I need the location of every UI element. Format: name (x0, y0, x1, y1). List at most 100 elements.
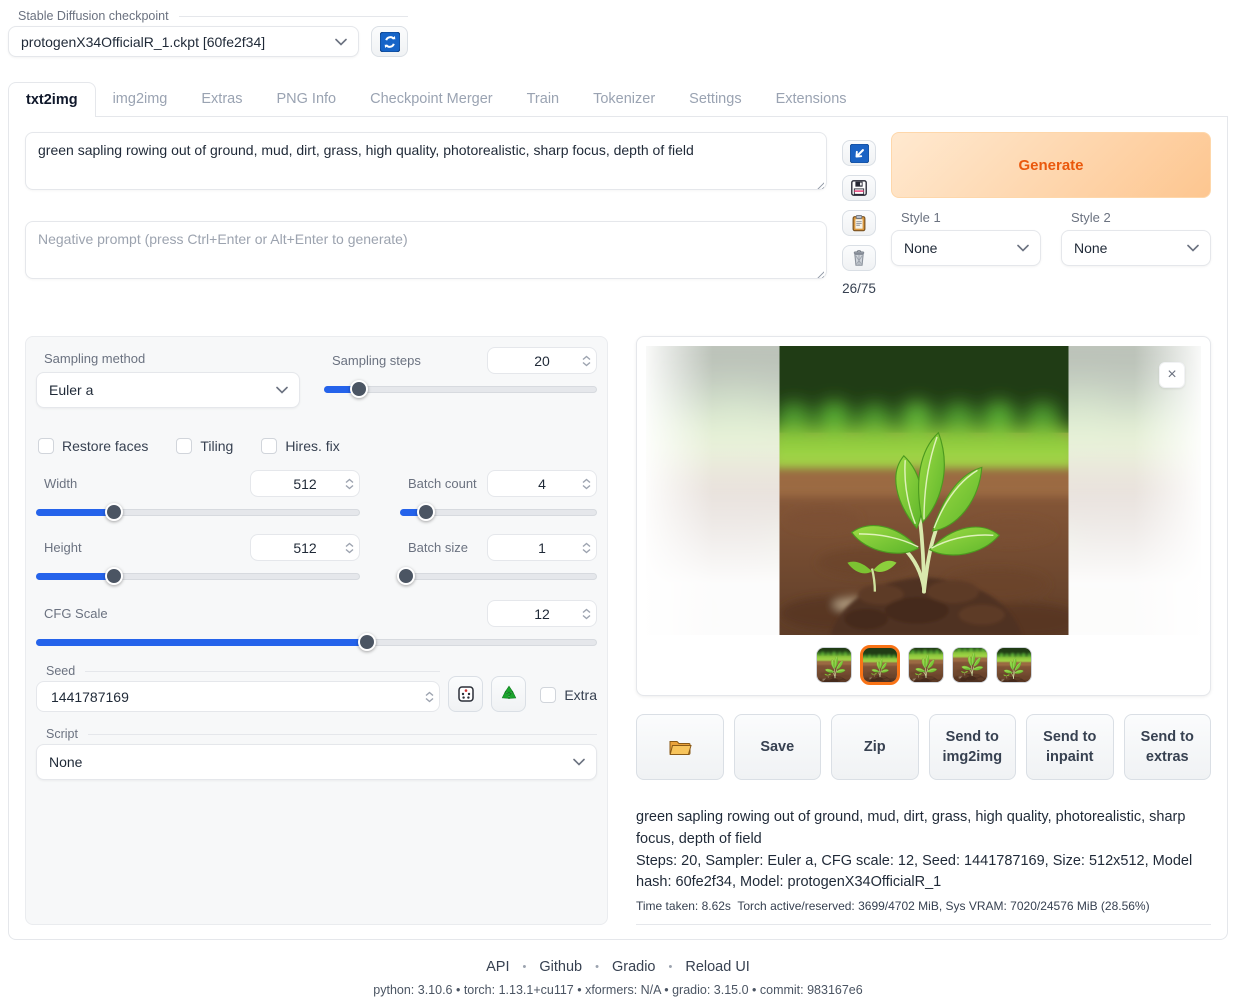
stepper-arrows[interactable] (582, 542, 591, 553)
chevron-down-icon (425, 697, 434, 702)
slider-thumb[interactable] (417, 503, 435, 521)
random-seed-button[interactable] (448, 676, 483, 712)
refresh-icon (380, 32, 400, 52)
generated-image[interactable] (779, 346, 1068, 635)
send-to-extras-button[interactable]: Send to extras (1124, 714, 1212, 780)
tab-extras[interactable]: Extras (184, 82, 259, 116)
generate-button[interactable]: Generate (891, 132, 1211, 198)
apply-styles-button[interactable] (842, 210, 876, 236)
batch-size-slider[interactable] (400, 567, 597, 585)
paste-generation-params-button[interactable] (842, 140, 876, 166)
batch-size-label: Batch size (400, 540, 487, 555)
height-slider[interactable] (36, 567, 360, 585)
negative-prompt-input[interactable] (25, 221, 827, 279)
reload-ui-link[interactable]: Reload UI (685, 959, 749, 975)
width-group: Width (36, 470, 360, 521)
close-gallery-button[interactable]: × (1159, 362, 1185, 388)
prompt-input[interactable]: green sapling rowing out of ground, mud,… (25, 132, 827, 190)
stepper-arrows[interactable] (425, 691, 434, 702)
slider-thumb[interactable] (350, 380, 368, 398)
gradio-link[interactable]: Gradio (612, 959, 656, 975)
legend-line (88, 734, 597, 735)
negative-prompt-wrapper (25, 221, 827, 282)
clipboard-icon (850, 214, 868, 232)
slider-thumb[interactable] (397, 567, 415, 585)
image-preview: × (646, 346, 1201, 635)
height-value[interactable] (275, 539, 335, 557)
checkpoint-dropdown[interactable]: protogenX34OfficialR_1.ckpt [60fe2f34] (8, 26, 359, 57)
tab-train[interactable]: Train (510, 82, 577, 116)
reuse-seed-button[interactable] (491, 676, 526, 712)
hires-fix-checkbox[interactable] (261, 438, 277, 454)
chevron-up-icon (582, 542, 591, 547)
api-link[interactable]: API (486, 959, 509, 975)
tab-checkpoint-merger[interactable]: Checkpoint Merger (353, 82, 510, 116)
width-slider[interactable] (36, 503, 360, 521)
extra-seed-row: Extra (540, 687, 597, 703)
batch-count-input[interactable] (487, 470, 597, 497)
tab-extensions[interactable]: Extensions (759, 82, 864, 116)
open-output-folder-button[interactable] (636, 714, 724, 780)
stepper-arrows[interactable] (345, 542, 354, 553)
slider-thumb[interactable] (358, 633, 376, 651)
restore-faces-checkbox[interactable] (38, 438, 54, 454)
stepper-arrows[interactable] (582, 608, 591, 619)
tab-txt2img[interactable]: txt2img (8, 82, 96, 117)
gallery-thumbnail-3[interactable] (908, 647, 944, 683)
chevron-down-icon (1017, 244, 1029, 252)
sampling-steps-slider[interactable] (324, 380, 597, 398)
gallery-thumbnail-1[interactable] (816, 647, 852, 683)
gallery-thumbnail-5[interactable] (996, 647, 1032, 683)
style1-dropdown[interactable]: None (891, 230, 1041, 266)
legend-line (179, 16, 408, 17)
slider-thumb[interactable] (105, 503, 123, 521)
cfg-scale-slider[interactable] (36, 633, 597, 651)
stepper-arrows[interactable] (345, 478, 354, 489)
extra-seed-checkbox[interactable] (540, 687, 556, 703)
sampling-steps-group: Sampling steps (324, 347, 597, 408)
width-input[interactable] (250, 470, 360, 497)
chevron-down-icon (335, 38, 347, 46)
send-to-img2img-button[interactable]: Send to img2img (929, 714, 1017, 780)
tab-tokenizer[interactable]: Tokenizer (576, 82, 672, 116)
tab-settings[interactable]: Settings (672, 82, 758, 116)
cfg-scale-input[interactable] (487, 600, 597, 627)
zip-button[interactable]: Zip (831, 714, 919, 780)
style2-value: None (1074, 240, 1107, 256)
script-dropdown[interactable]: None (36, 744, 597, 780)
chevron-down-icon (573, 758, 585, 766)
stepper-arrows[interactable] (582, 355, 591, 366)
tab-img2img[interactable]: img2img (96, 82, 185, 116)
batch-count-value[interactable] (512, 475, 572, 493)
save-style-button[interactable] (842, 175, 876, 201)
clear-prompt-button[interactable] (842, 245, 876, 271)
chevron-up-icon (582, 355, 591, 360)
tab-png-info[interactable]: PNG Info (259, 82, 353, 116)
batch-size-value[interactable] (512, 539, 572, 557)
seed-value[interactable] (49, 688, 249, 706)
width-value[interactable] (275, 475, 335, 493)
seed-group: Seed (36, 661, 440, 712)
save-button[interactable]: Save (734, 714, 822, 780)
seed-input[interactable] (36, 681, 440, 712)
send-to-inpaint-button[interactable]: Send to inpaint (1026, 714, 1114, 780)
refresh-checkpoint-button[interactable] (371, 26, 408, 57)
info-params-text: Steps: 20, Sampler: Euler a, CFG scale: … (636, 851, 1211, 895)
sampling-method-dropdown[interactable]: Euler a (36, 372, 300, 408)
gallery-actions: Save Zip Send to img2img Send to inpaint… (636, 714, 1211, 780)
cfg-scale-value[interactable] (512, 605, 572, 623)
gallery-thumbnail-4[interactable] (952, 647, 988, 683)
height-group: Height (36, 534, 360, 585)
stepper-arrows[interactable] (582, 478, 591, 489)
height-input[interactable] (250, 534, 360, 561)
slider-thumb[interactable] (105, 567, 123, 585)
sampling-steps-input[interactable] (487, 347, 597, 374)
style2-dropdown[interactable]: None (1061, 230, 1211, 266)
batch-count-slider[interactable] (400, 503, 597, 521)
batch-size-input[interactable] (487, 534, 597, 561)
style1-group: Style 1 None (891, 207, 1041, 266)
gallery-thumbnail-2-selected[interactable] (860, 645, 900, 685)
github-link[interactable]: Github (539, 959, 582, 975)
sampling-steps-value[interactable] (512, 352, 572, 370)
tiling-checkbox[interactable] (176, 438, 192, 454)
